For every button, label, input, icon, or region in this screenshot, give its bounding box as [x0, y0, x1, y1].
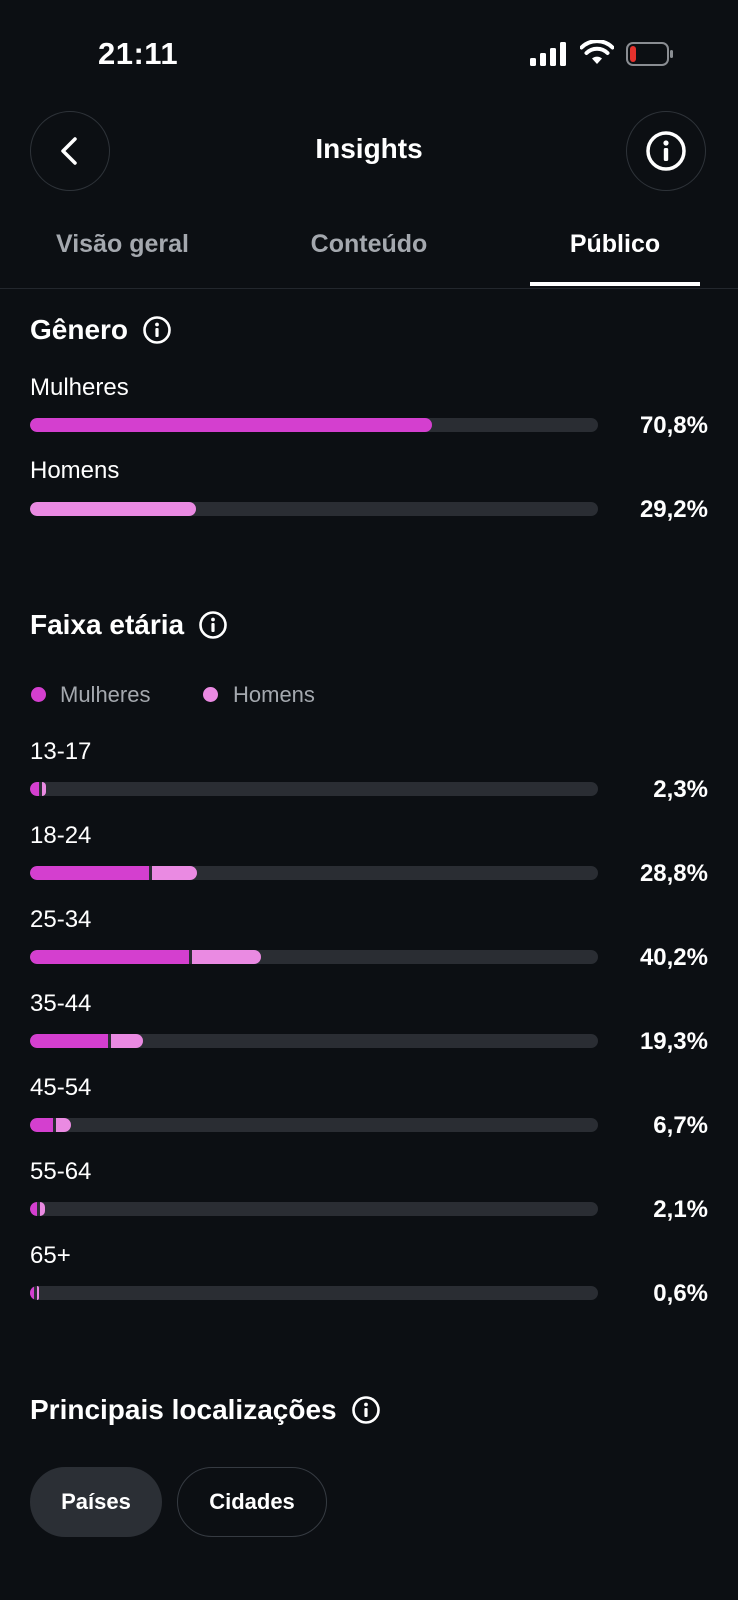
gender-pct-women: 70,8% [639, 412, 708, 439]
gender-pct-men: 29,2% [639, 496, 708, 523]
cellular-signal-icon [530, 42, 566, 66]
wifi-icon [580, 40, 614, 64]
legend-label-men: Homens [233, 682, 315, 707]
legend-label-women: Mulheres [60, 682, 151, 707]
age-title-text: Faixa etária [30, 609, 185, 640]
chip-cities[interactable]: Cidades [177, 1467, 327, 1537]
gender-bar-women [30, 418, 598, 432]
gender-title-text: Gênero [30, 314, 129, 345]
status-time: 21:11 [98, 36, 179, 71]
tab-divider [0, 288, 738, 289]
age-row-bar [30, 1286, 598, 1300]
age-bar-fill-women [30, 866, 150, 880]
age-bar-fill-women [30, 950, 190, 964]
info-icon[interactable] [351, 1395, 381, 1425]
age-row-bar [30, 1202, 598, 1216]
gender-section-title: Gênero [30, 314, 172, 346]
age-row-label: 45-54 [30, 1074, 92, 1101]
legend-dot-men [203, 687, 218, 702]
age-row-bar [30, 1034, 598, 1048]
age-row-label: 13-17 [30, 738, 92, 765]
age-bar-fill-women [30, 782, 39, 796]
age-row-bar [30, 782, 598, 796]
info-button[interactable] [626, 111, 706, 191]
gender-label-men: Homens [30, 457, 120, 484]
active-tab-indicator [530, 282, 700, 286]
tab-audience[interactable]: Público [530, 230, 700, 259]
age-row-label: 55-64 [30, 1158, 92, 1185]
age-row-pct: 40,2% [639, 944, 708, 971]
age-bar-fill-men [55, 1118, 72, 1132]
info-icon[interactable] [142, 315, 172, 345]
age-row-pct: 2,1% [653, 1196, 708, 1223]
tab-overview[interactable]: Visão geral [30, 230, 215, 259]
legend-dot-women [31, 687, 46, 702]
age-row-bar [30, 950, 598, 964]
age-row-pct: 19,3% [639, 1028, 708, 1055]
age-bar-fill-men [152, 866, 197, 880]
age-bar-fill-men [192, 950, 262, 964]
age-row-label: 35-44 [30, 990, 92, 1017]
age-row-label: 65+ [30, 1242, 71, 1269]
gender-bar-men [30, 502, 598, 516]
battery-icon [626, 42, 673, 66]
gender-label-women: Mulheres [30, 374, 129, 401]
age-row-label: 18-24 [30, 822, 92, 849]
age-row-pct: 2,3% [653, 776, 708, 803]
age-bar-fill-men [110, 1034, 143, 1048]
info-icon [646, 131, 686, 171]
age-row-pct: 0,6% [653, 1280, 708, 1307]
gender-bar-fill-women [30, 418, 433, 432]
age-bar-fill-women [30, 1034, 108, 1048]
age-bar-fill-men [40, 1202, 45, 1216]
info-icon[interactable] [198, 610, 228, 640]
chip-countries[interactable]: Países [30, 1467, 162, 1537]
age-row-bar [30, 866, 598, 880]
gender-bar-fill-men [30, 502, 196, 516]
age-bar-fill-women [30, 1202, 38, 1216]
locations-section-title: Principais localizações [30, 1394, 381, 1426]
tab-content[interactable]: Conteúdo [278, 230, 460, 259]
age-row-label: 25-34 [30, 906, 92, 933]
age-bar-fill-men [37, 1286, 39, 1300]
age-bar-fill-women [30, 1286, 34, 1300]
age-bar-fill-women [30, 1118, 53, 1132]
age-bar-fill-men [41, 782, 47, 796]
age-row-pct: 28,8% [639, 860, 708, 887]
locations-title-text: Principais localizações [30, 1394, 337, 1425]
age-row-pct: 6,7% [653, 1112, 708, 1139]
age-row-bar [30, 1118, 598, 1132]
age-section-title: Faixa etária [30, 609, 228, 641]
